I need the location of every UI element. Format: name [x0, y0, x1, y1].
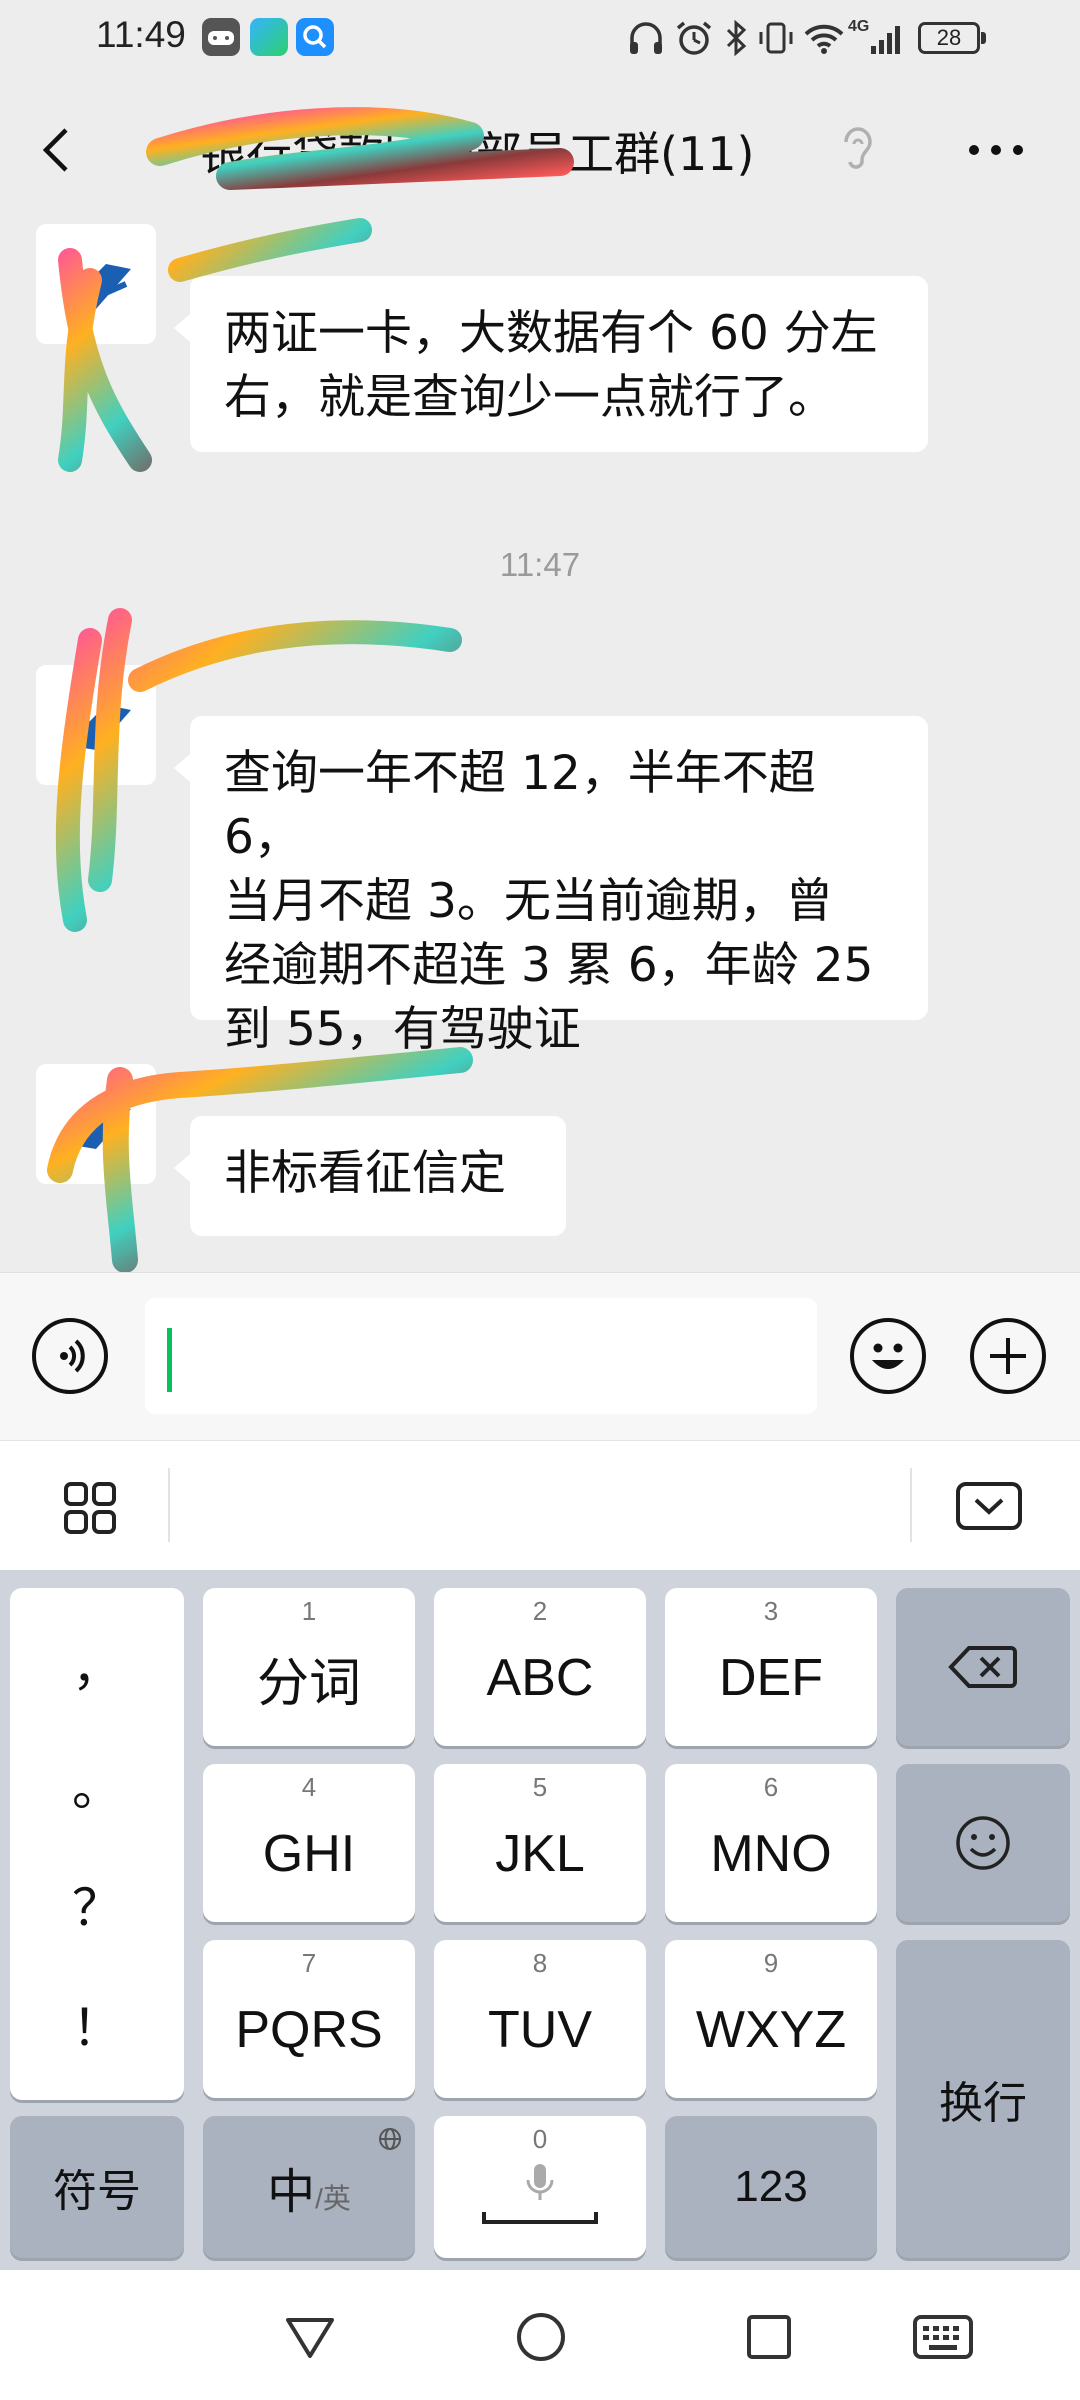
smiley-icon [956, 1816, 1010, 1870]
enter-key[interactable]: 换行 [896, 1940, 1070, 2258]
voice-icon[interactable] [32, 1318, 108, 1394]
backspace-key[interactable] [896, 1588, 1070, 1746]
text-cursor [167, 1328, 172, 1392]
message-line: 到 55，有驾驶证 [224, 1002, 581, 1057]
emoji-icon[interactable] [850, 1318, 926, 1394]
search-app-icon [296, 18, 334, 56]
message-line: 当月不超 3。无当前逾期，曾 [224, 874, 833, 929]
key-4[interactable]: 4 GHI [203, 1764, 415, 1922]
key-9[interactable]: 9 WXYZ [665, 1940, 877, 2098]
key-label: MNO [710, 1825, 832, 1883]
chevron-left-icon[interactable] [30, 118, 86, 182]
message-line: 查询一年不超 12，半年不超 6， [224, 746, 816, 865]
key-label: GHI [262, 1825, 356, 1883]
language-switch-key[interactable]: 中 /英 [203, 2116, 415, 2258]
key-number: 6 [763, 1772, 779, 1802]
number-mode-key[interactable]: 123 [665, 2116, 877, 2258]
ear-icon [836, 120, 880, 180]
lang-sub: /英 [315, 2183, 351, 2214]
key-8[interactable]: 8 TUV [434, 1940, 646, 2098]
recents-square-icon[interactable] [744, 2312, 794, 2362]
message-line: 非标看征信定 [224, 1146, 506, 1201]
home-circle-icon[interactable] [514, 2310, 568, 2364]
avatar[interactable] [36, 1064, 156, 1184]
message-line: 经逾期不超连 3 累 6，年龄 25 [224, 938, 874, 993]
key-7[interactable]: 7 PQRS [203, 1940, 415, 2098]
key-number: 0 [532, 2124, 548, 2154]
key-6[interactable]: 6 MNO [665, 1764, 877, 1922]
back-triangle-icon[interactable] [282, 2312, 338, 2362]
backspace-icon [948, 1646, 1017, 1688]
symbol-key[interactable]: 符号 [10, 2116, 184, 2258]
battery-level: 28 [936, 25, 962, 50]
signal-icon [871, 26, 901, 54]
key-2[interactable]: 2 ABC [434, 1588, 646, 1746]
network-type: 4G [848, 18, 870, 35]
message-input[interactable] [145, 1298, 817, 1414]
plus-icon[interactable] [970, 1318, 1046, 1394]
key-number: 4 [301, 1772, 317, 1802]
message-bubble[interactable]: 查询一年不超 12，半年不超 6， 当月不超 3。无当前逾期，曾 经逾期不超连 … [174, 716, 928, 1057]
key-number: 2 [532, 1596, 548, 1626]
battery-icon: 28 [918, 22, 986, 54]
chat-title: 银行贷款团内部员工群(11) [200, 118, 754, 184]
game-controller-icon [202, 18, 240, 56]
key-number: 5 [532, 1772, 548, 1802]
keyboard-icon[interactable] [912, 2314, 974, 2360]
key-label: TUV [488, 2001, 592, 2059]
key-number: 1 [301, 1596, 317, 1626]
key-label: PQRS [235, 2001, 383, 2059]
key-number: 7 [301, 1948, 317, 1978]
grid-icon[interactable] [60, 1478, 120, 1538]
keyboard-toolbar [0, 1440, 1080, 1571]
message-bubble[interactable]: 两证一卡，大数据有个 60 分左 右，就是查询少一点就行了。 [174, 276, 928, 452]
symbol-label: 符号 [53, 2167, 141, 2216]
space-bar-icon [482, 2212, 598, 2224]
key-number: 9 [763, 1948, 779, 1978]
punctuation-column[interactable]: ， 。 ？ ！ [10, 1588, 184, 2100]
enter-label: 换行 [939, 2079, 1027, 2128]
alarm-icon [676, 21, 712, 55]
wifi-icon [804, 24, 844, 54]
vibrate-icon [759, 22, 793, 54]
bluetooth-icon [726, 19, 747, 57]
punct-exclaim[interactable]: ！ [10, 1988, 184, 2060]
smiley-key[interactable] [896, 1764, 1070, 1922]
message-line: 两证一卡，大数据有个 60 分左 [224, 306, 878, 361]
key-number: 3 [763, 1596, 779, 1626]
more-dots-icon[interactable] [962, 130, 1030, 170]
key-label: DEF [719, 1649, 823, 1707]
toolbar-divider [910, 1468, 912, 1542]
globe-icon [379, 2128, 401, 2150]
message-bubble[interactable]: 非标看征信定 [174, 1116, 566, 1236]
headphones-icon [630, 22, 662, 54]
chat-message-list[interactable]: 两证一卡，大数据有个 60 分左 右，就是查询少一点就行了。 11:47 查询一… [0, 220, 1080, 1272]
key-3[interactable]: 3 DEF [665, 1588, 877, 1746]
key-number: 8 [532, 1948, 548, 1978]
space-key[interactable]: 0 [434, 2116, 646, 2258]
toolbar-divider [168, 1468, 170, 1542]
key-label: ABC [486, 1649, 594, 1707]
avatar[interactable] [36, 665, 156, 785]
avatar[interactable] [36, 224, 156, 344]
punct-period[interactable]: 。 [10, 1748, 184, 1820]
punct-question[interactable]: ？ [10, 1868, 184, 1940]
message-timestamp: 11:47 [499, 546, 581, 583]
key-label: JKL [495, 1825, 585, 1883]
keyboard-collapse-icon[interactable] [954, 1478, 1024, 1534]
status-time: 11:49 [96, 14, 186, 55]
app-icon [250, 18, 288, 56]
status-icons-right: 4G [626, 18, 905, 58]
microphone-icon [526, 2164, 554, 2200]
key-1[interactable]: 1 分词 [203, 1588, 415, 1746]
key-5[interactable]: 5 JKL [434, 1764, 646, 1922]
number-mode-label: 123 [734, 2162, 808, 2211]
key-label: 分词 [256, 1654, 361, 1713]
message-line: 右，就是查询少一点就行了。 [224, 370, 835, 425]
lang-main: 中 [267, 2166, 316, 2219]
chat-title-text: 银行贷款团内部员工群(11) [200, 127, 755, 181]
key-label: WXYZ [695, 2001, 847, 2059]
punct-comma[interactable]: ， [10, 1628, 184, 1700]
